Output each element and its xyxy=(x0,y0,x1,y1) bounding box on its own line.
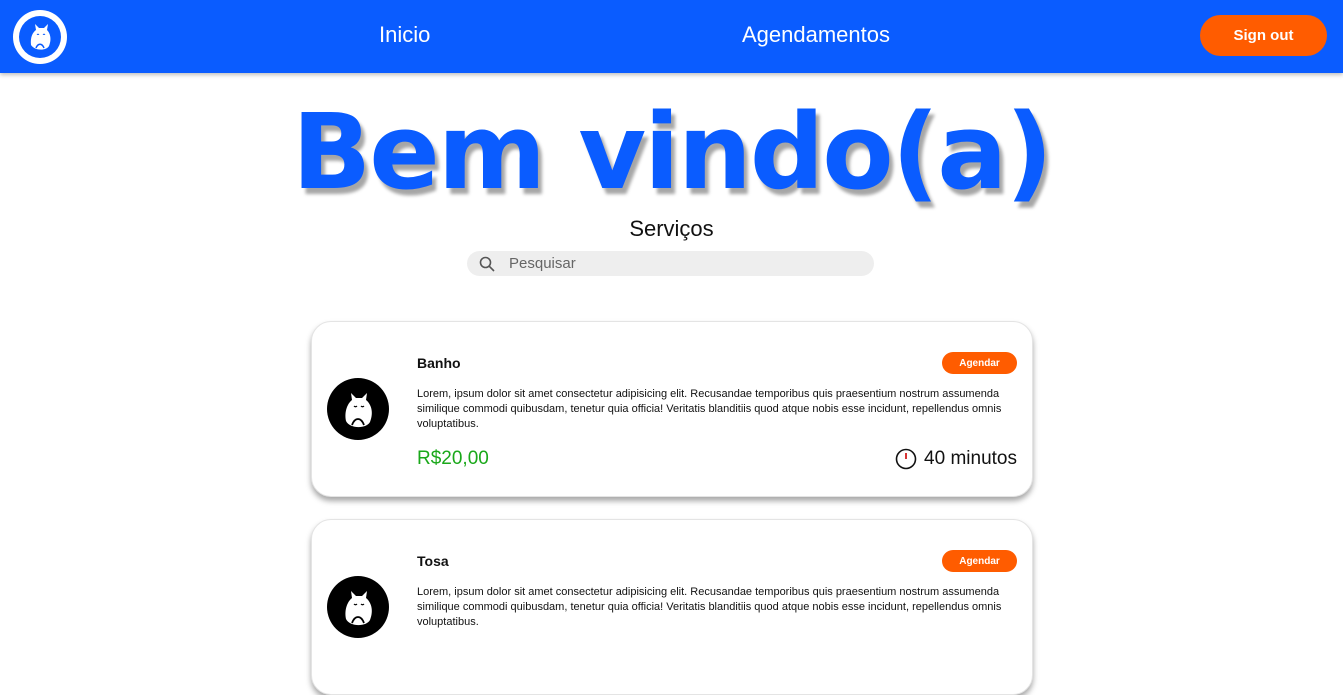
service-price: R$20,00 xyxy=(417,448,489,469)
services-title: Serviços xyxy=(629,216,714,241)
welcome-heading: Bem vindo(a) xyxy=(292,91,1053,213)
nav-link-agendamentos[interactable]: Agendamentos xyxy=(742,22,890,48)
service-name: Banho xyxy=(417,355,461,371)
service-description: Lorem, ipsum dolor sit amet consectetur … xyxy=(417,388,1002,430)
service-duration-text: 40 minutos xyxy=(924,448,1017,469)
cat-avatar-icon xyxy=(327,378,389,440)
service-card-tosa: Tosa Agendar Lorem, ipsum dolor sit amet… xyxy=(311,519,1033,695)
search-icon xyxy=(479,256,495,272)
service-duration: 40 minutos xyxy=(895,448,1017,470)
agendar-button[interactable]: Agendar xyxy=(942,550,1017,572)
search-bar xyxy=(467,251,874,276)
service-description: Lorem, ipsum dolor sit amet consectetur … xyxy=(417,586,1002,628)
service-card-banho: Banho Agendar Lorem, ipsum dolor sit ame… xyxy=(311,321,1033,497)
timer-icon xyxy=(895,448,917,470)
sign-out-button[interactable]: Sign out xyxy=(1200,15,1327,56)
nav-link-inicio[interactable]: Inicio xyxy=(379,22,430,48)
search-input[interactable] xyxy=(507,254,871,273)
top-navbar: Inicio Agendamentos Sign out xyxy=(0,0,1343,73)
cat-avatar-icon xyxy=(327,576,389,638)
agendar-button[interactable]: Agendar xyxy=(942,352,1017,374)
cat-logo-icon[interactable] xyxy=(13,10,67,64)
service-name: Tosa xyxy=(417,553,449,569)
